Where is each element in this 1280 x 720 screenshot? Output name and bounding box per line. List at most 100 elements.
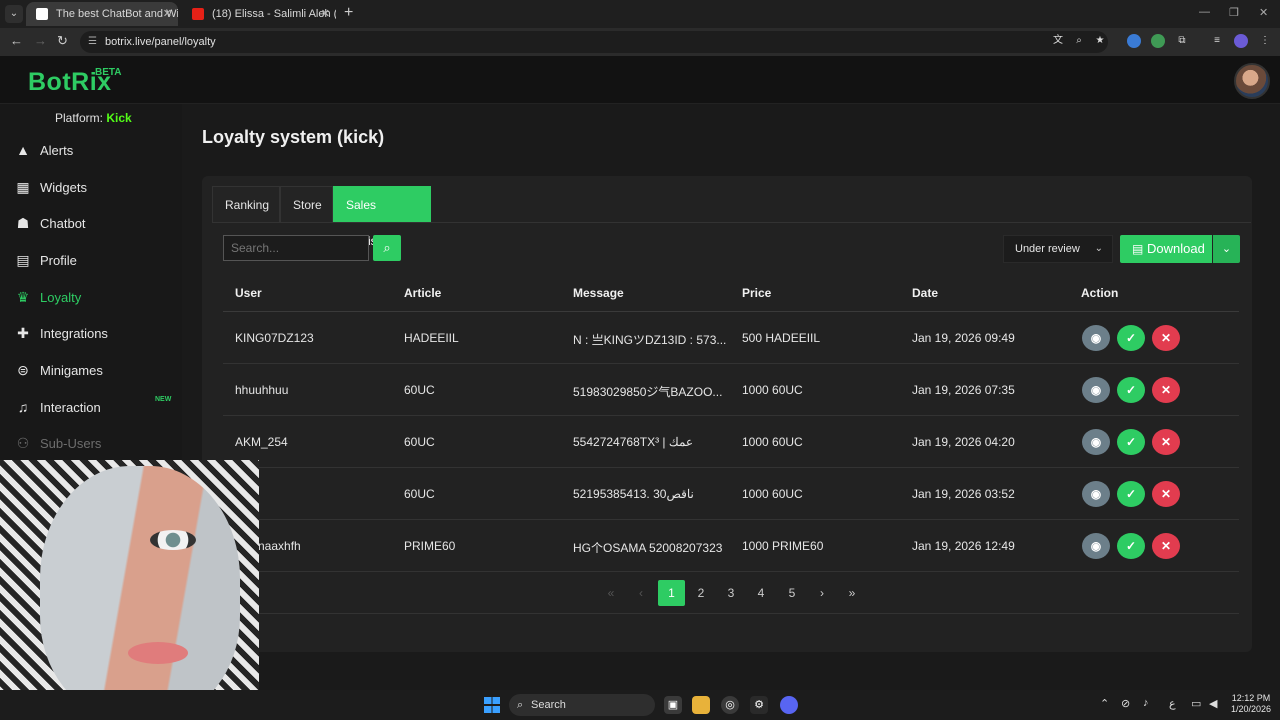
user-avatar[interactable]: [1234, 63, 1270, 99]
first-page-icon[interactable]: «: [601, 580, 621, 606]
site-info-icon[interactable]: ☰: [88, 31, 97, 53]
zoom-icon[interactable]: ⌕: [1072, 34, 1086, 48]
taskbar-search[interactable]: ⌕ Search: [509, 694, 655, 716]
restore-icon[interactable]: ❐: [1229, 6, 1239, 19]
windows-start-icon[interactable]: [484, 697, 500, 713]
tab-sales-register[interactable]: Sales Register: [333, 186, 431, 248]
close-tab-icon[interactable]: ✕: [163, 2, 172, 26]
status-filter-select[interactable]: Under review ⌄: [1003, 235, 1113, 263]
close-icon: ✕: [1160, 487, 1172, 501]
sidebar-item-minigames[interactable]: ⊜ Minigames: [0, 353, 182, 387]
page-button-3[interactable]: 3: [721, 580, 741, 606]
sidebar-item-loyalty[interactable]: ♛ Loyalty: [0, 280, 182, 314]
discord-icon[interactable]: [780, 696, 798, 714]
back-icon[interactable]: ←: [10, 33, 23, 48]
column-header-message[interactable]: Message: [573, 286, 624, 300]
tab-ranking[interactable]: Ranking: [212, 186, 280, 222]
translate-icon[interactable]: 文: [1051, 34, 1065, 48]
close-tab-icon[interactable]: ✕: [321, 2, 330, 26]
new-tab-icon[interactable]: +: [344, 4, 353, 22]
sidebar-item-label: Alerts: [40, 143, 74, 158]
view-button[interactable]: ◉: [1082, 481, 1110, 507]
extensions-puzzle-icon[interactable]: ⧉: [1175, 34, 1189, 48]
last-page-icon[interactable]: »: [842, 580, 862, 606]
platform-label: Platform:: [55, 111, 104, 125]
column-header-article[interactable]: Article: [404, 286, 441, 300]
taskbar: ⌕ Search ▣ ◎ ⚙ ⌃ ⊘ ♪ ع ▭ ◀ 12:12 PM 1/20…: [0, 690, 1280, 720]
robot-icon: ☗: [16, 215, 30, 231]
file-explorer-icon[interactable]: [692, 696, 710, 714]
browser-tab-title: (18) Elissa - Salimli Aleh (Au: [212, 8, 336, 20]
prev-page-icon[interactable]: ‹: [631, 580, 651, 606]
page-button-1[interactable]: 1: [658, 580, 685, 606]
trophy-icon: ♛: [16, 289, 30, 305]
extension-icon[interactable]: [1127, 34, 1141, 48]
reject-button[interactable]: ✕: [1152, 533, 1180, 559]
tab-store[interactable]: Store: [280, 186, 333, 222]
url-text: botrix.live/panel/loyalty: [105, 36, 216, 48]
approve-button[interactable]: ✓: [1117, 325, 1145, 351]
column-header-user[interactable]: User: [235, 286, 262, 300]
view-button[interactable]: ◉: [1082, 533, 1110, 559]
sidebar-item-interaction[interactable]: ♫ Interaction NEW: [0, 390, 182, 424]
page-button-5[interactable]: 5: [782, 580, 802, 606]
minimize-icon[interactable]: —: [1199, 6, 1210, 18]
column-header-price[interactable]: Price: [742, 286, 771, 300]
steam-icon[interactable]: ⚙: [750, 696, 768, 714]
browser-tab-botrix[interactable]: The best ChatBot and Widgets ✕: [26, 2, 178, 26]
approve-button[interactable]: ✓: [1117, 377, 1145, 403]
volume-icon[interactable]: ◀: [1209, 697, 1217, 710]
sidebar-item-widgets[interactable]: ▦ Widgets: [0, 170, 182, 204]
profile-icon[interactable]: [1234, 34, 1248, 48]
reject-button[interactable]: ✕: [1152, 377, 1180, 403]
url-input[interactable]: ☰ botrix.live/panel/loyalty: [80, 31, 1108, 53]
system-clock[interactable]: 12:12 PM 1/20/2026: [1228, 693, 1274, 715]
tab-list-icon[interactable]: ⌄: [5, 5, 23, 23]
page-button-2[interactable]: 2: [691, 580, 711, 606]
bookmark-star-icon[interactable]: ★: [1093, 34, 1107, 48]
tabs-divider: [212, 222, 1251, 223]
reading-list-icon[interactable]: ≡: [1210, 34, 1224, 48]
browser-menu-icon[interactable]: ⋮: [1258, 34, 1272, 48]
chrome-icon[interactable]: ◎: [721, 696, 739, 714]
view-button[interactable]: ◉: [1082, 325, 1110, 351]
tray-chevron-icon[interactable]: ⌃: [1100, 697, 1109, 710]
cell-article: 60UC: [404, 435, 435, 449]
clock-date: 1/20/2026: [1230, 704, 1272, 714]
table-header: User Article Message Price Date Action: [223, 276, 1239, 312]
microphone-icon[interactable]: ♪: [1143, 697, 1149, 709]
sidebar-item-profile[interactable]: ▤ Profile: [0, 243, 182, 277]
page-button-4[interactable]: 4: [751, 580, 771, 606]
window-close-icon[interactable]: ✕: [1259, 6, 1268, 19]
sidebar-item-alerts[interactable]: ▲ Alerts: [0, 133, 182, 167]
download-button[interactable]: ▤ Download: [1120, 235, 1212, 263]
reject-button[interactable]: ✕: [1152, 325, 1180, 351]
sidebar-item-chatbot[interactable]: ☗ Chatbot: [0, 206, 182, 240]
reject-button[interactable]: ✕: [1152, 481, 1180, 507]
network-off-icon[interactable]: ⊘: [1121, 697, 1130, 710]
approve-button[interactable]: ✓: [1117, 481, 1145, 507]
cell-article: 60UC: [404, 487, 435, 501]
sidebar-item-sub-users[interactable]: ⚇ Sub-Users: [0, 426, 182, 460]
browser-tab-bar: ⌄ The best ChatBot and Widgets ✕ (18) El…: [0, 0, 1280, 28]
browser-tab-youtube[interactable]: (18) Elissa - Salimli Aleh (Au ✕: [182, 2, 336, 26]
task-view-icon[interactable]: ▣: [664, 696, 682, 714]
search-button[interactable]: ⌕: [373, 235, 401, 261]
view-button[interactable]: ◉: [1082, 377, 1110, 403]
next-page-icon[interactable]: ›: [812, 580, 832, 606]
forward-icon[interactable]: →: [34, 33, 47, 48]
extension-icon[interactable]: [1151, 34, 1165, 48]
approve-button[interactable]: ✓: [1117, 533, 1145, 559]
download-options-button[interactable]: ⌄: [1213, 235, 1240, 263]
download-label: Download: [1147, 241, 1205, 256]
approve-button[interactable]: ✓: [1117, 429, 1145, 455]
sidebar-item-integrations[interactable]: ✚ Integrations: [0, 316, 182, 350]
display-icon[interactable]: ▭: [1191, 697, 1201, 710]
new-badge: NEW: [155, 396, 172, 403]
reload-icon[interactable]: ↻: [57, 33, 68, 49]
input-language[interactable]: ع: [1169, 697, 1176, 710]
search-input[interactable]: [223, 235, 369, 261]
view-button[interactable]: ◉: [1082, 429, 1110, 455]
reject-button[interactable]: ✕: [1152, 429, 1180, 455]
column-header-date[interactable]: Date: [912, 286, 938, 300]
